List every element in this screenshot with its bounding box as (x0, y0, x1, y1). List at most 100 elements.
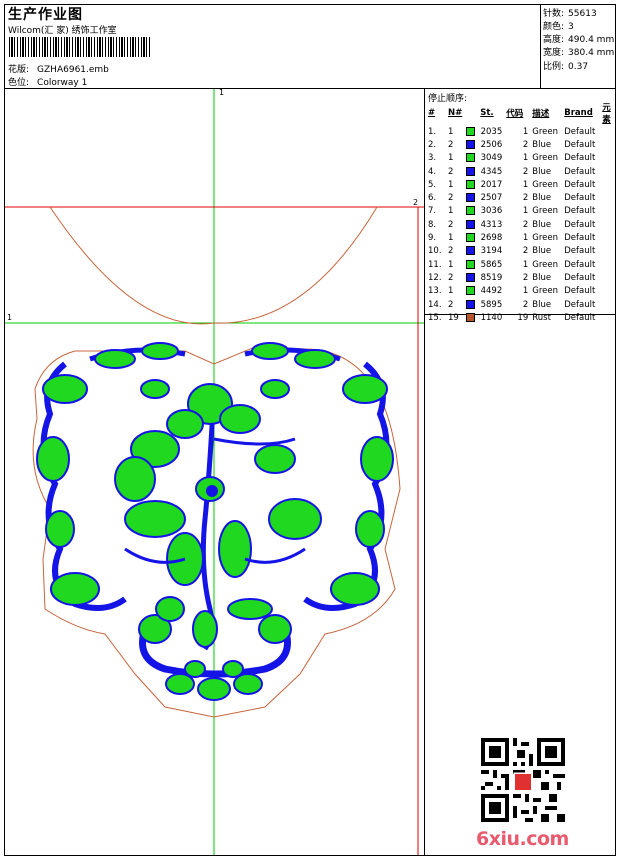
col-desc: 描述 (532, 109, 550, 119)
row-stitch: 2 (522, 272, 529, 283)
stat-scale: 比例: 0.37 (543, 62, 589, 72)
row-index: 3. (428, 153, 437, 164)
row-color-swatch (464, 191, 478, 204)
row-brand: Default (564, 126, 596, 137)
row-element (600, 152, 620, 165)
row-brand: Default (564, 166, 596, 177)
row-desc: Green (532, 233, 558, 244)
table-row: 4. 2 4345 2 Blue Default (426, 165, 620, 178)
row-index: 5. (428, 179, 437, 190)
col-stitch: St. (480, 108, 494, 118)
colorway-value: Colorway 1 (37, 78, 88, 88)
row-needle: 2 (448, 246, 454, 257)
company-name: Wilcom(汇 家) 绣饰工作室 (8, 26, 117, 36)
stat-colors: 颜色: 3 (543, 22, 574, 32)
row-stitch: 19 (517, 312, 529, 323)
row-element (600, 271, 620, 284)
color-swatch (466, 246, 476, 256)
row-index: 11. (428, 259, 442, 270)
color-swatch (466, 153, 476, 163)
row-code: 5865 (480, 259, 503, 270)
row-index: 8. (428, 219, 437, 230)
row-stitch: 1 (522, 153, 529, 164)
row-code: 4492 (480, 286, 503, 297)
row-needle: 1 (448, 179, 454, 190)
stat-height: 高度: 490.4 mm (543, 35, 615, 45)
qr-code (481, 738, 565, 822)
row-needle: 19 (448, 312, 459, 323)
page-title: 生产作业图 (8, 7, 83, 23)
row-desc: Rust (532, 312, 551, 323)
header-divider (540, 4, 541, 88)
row-desc: Blue (532, 193, 552, 204)
row-code: 1140 (480, 312, 503, 323)
color-swatch (466, 312, 476, 322)
row-code: 5895 (480, 299, 503, 310)
color-swatch (466, 193, 476, 203)
embroidery-design (32, 342, 401, 718)
row-code: 8519 (480, 272, 503, 283)
row-index: 14. (428, 299, 442, 310)
row-desc: Green (532, 206, 558, 217)
row-needle: 1 (448, 233, 454, 244)
row-desc: Green (532, 126, 558, 137)
row-index: 9. (428, 233, 437, 244)
table-row: 8. 2 4313 2 Blue Default (426, 218, 620, 231)
color-swatch (466, 126, 476, 136)
row-desc: Green (532, 179, 558, 190)
table-row: 7. 1 3036 1 Green Default (426, 205, 620, 218)
row-color-swatch (464, 231, 478, 244)
row-color-swatch (464, 258, 478, 271)
row-color-swatch (464, 285, 478, 298)
color-swatch (466, 286, 476, 296)
row-color-swatch (464, 138, 478, 151)
col-index: # (428, 108, 436, 118)
stat-width: 宽度: 380.4 mm (543, 48, 615, 58)
row-element (600, 191, 620, 204)
row-color-swatch (464, 218, 478, 231)
row-stitch: 2 (522, 299, 529, 310)
row-brand: Default (564, 299, 596, 310)
red-guide-label: 2 (413, 198, 419, 207)
row-stitch: 2 (522, 246, 529, 257)
row-needle: 2 (448, 166, 454, 177)
row-element (600, 298, 620, 311)
row-stitch: 2 (522, 166, 529, 177)
design-value: GZHA6961.emb (37, 65, 109, 75)
row-code: 2507 (480, 193, 503, 204)
row-color-swatch (464, 311, 478, 324)
row-needle: 1 (448, 286, 454, 297)
col-brand: Brand (564, 108, 593, 118)
row-brand: Default (564, 153, 596, 164)
row-code: 3036 (480, 206, 503, 217)
site-logo: 6xiu.com (476, 828, 569, 850)
row-index: 15. (428, 312, 442, 323)
row-desc: Blue (532, 299, 552, 310)
table-row: 11. 1 5865 1 Green Default (426, 258, 620, 271)
row-index: 10. (428, 246, 442, 257)
col-code: 代码 (506, 109, 524, 119)
colorway-row: 色位: Colorway 1 (8, 75, 87, 88)
row-stitch: 2 (522, 219, 529, 230)
row-index: 2. (428, 139, 437, 150)
table-row: 13. 1 4492 1 Green Default (426, 285, 620, 298)
row-brand: Default (564, 206, 596, 217)
col-needle: N# (448, 108, 463, 118)
row-index: 1. (428, 126, 437, 137)
row-desc: Green (532, 153, 558, 164)
table-row: 14. 2 5895 2 Blue Default (426, 298, 620, 311)
row-stitch: 1 (522, 259, 529, 270)
row-desc: Blue (532, 272, 552, 283)
stop-sequence-table: # N# St. 代码 描述 Brand 元素 1. 1 2035 1 Green Def… (426, 101, 620, 324)
row-desc: Blue (532, 219, 552, 230)
design-name-row: 花版: GZHA6961.emb (8, 62, 109, 75)
color-swatch (466, 139, 476, 149)
table-row: 10. 2 3194 2 Blue Default (426, 245, 620, 258)
row-element (600, 138, 620, 151)
row-needle: 2 (448, 272, 454, 283)
row-element (600, 231, 620, 244)
table-row: 12. 2 8519 2 Blue Default (426, 271, 620, 284)
row-desc: Blue (532, 166, 552, 177)
row-index: 7. (428, 206, 437, 217)
row-brand: Default (564, 272, 596, 283)
